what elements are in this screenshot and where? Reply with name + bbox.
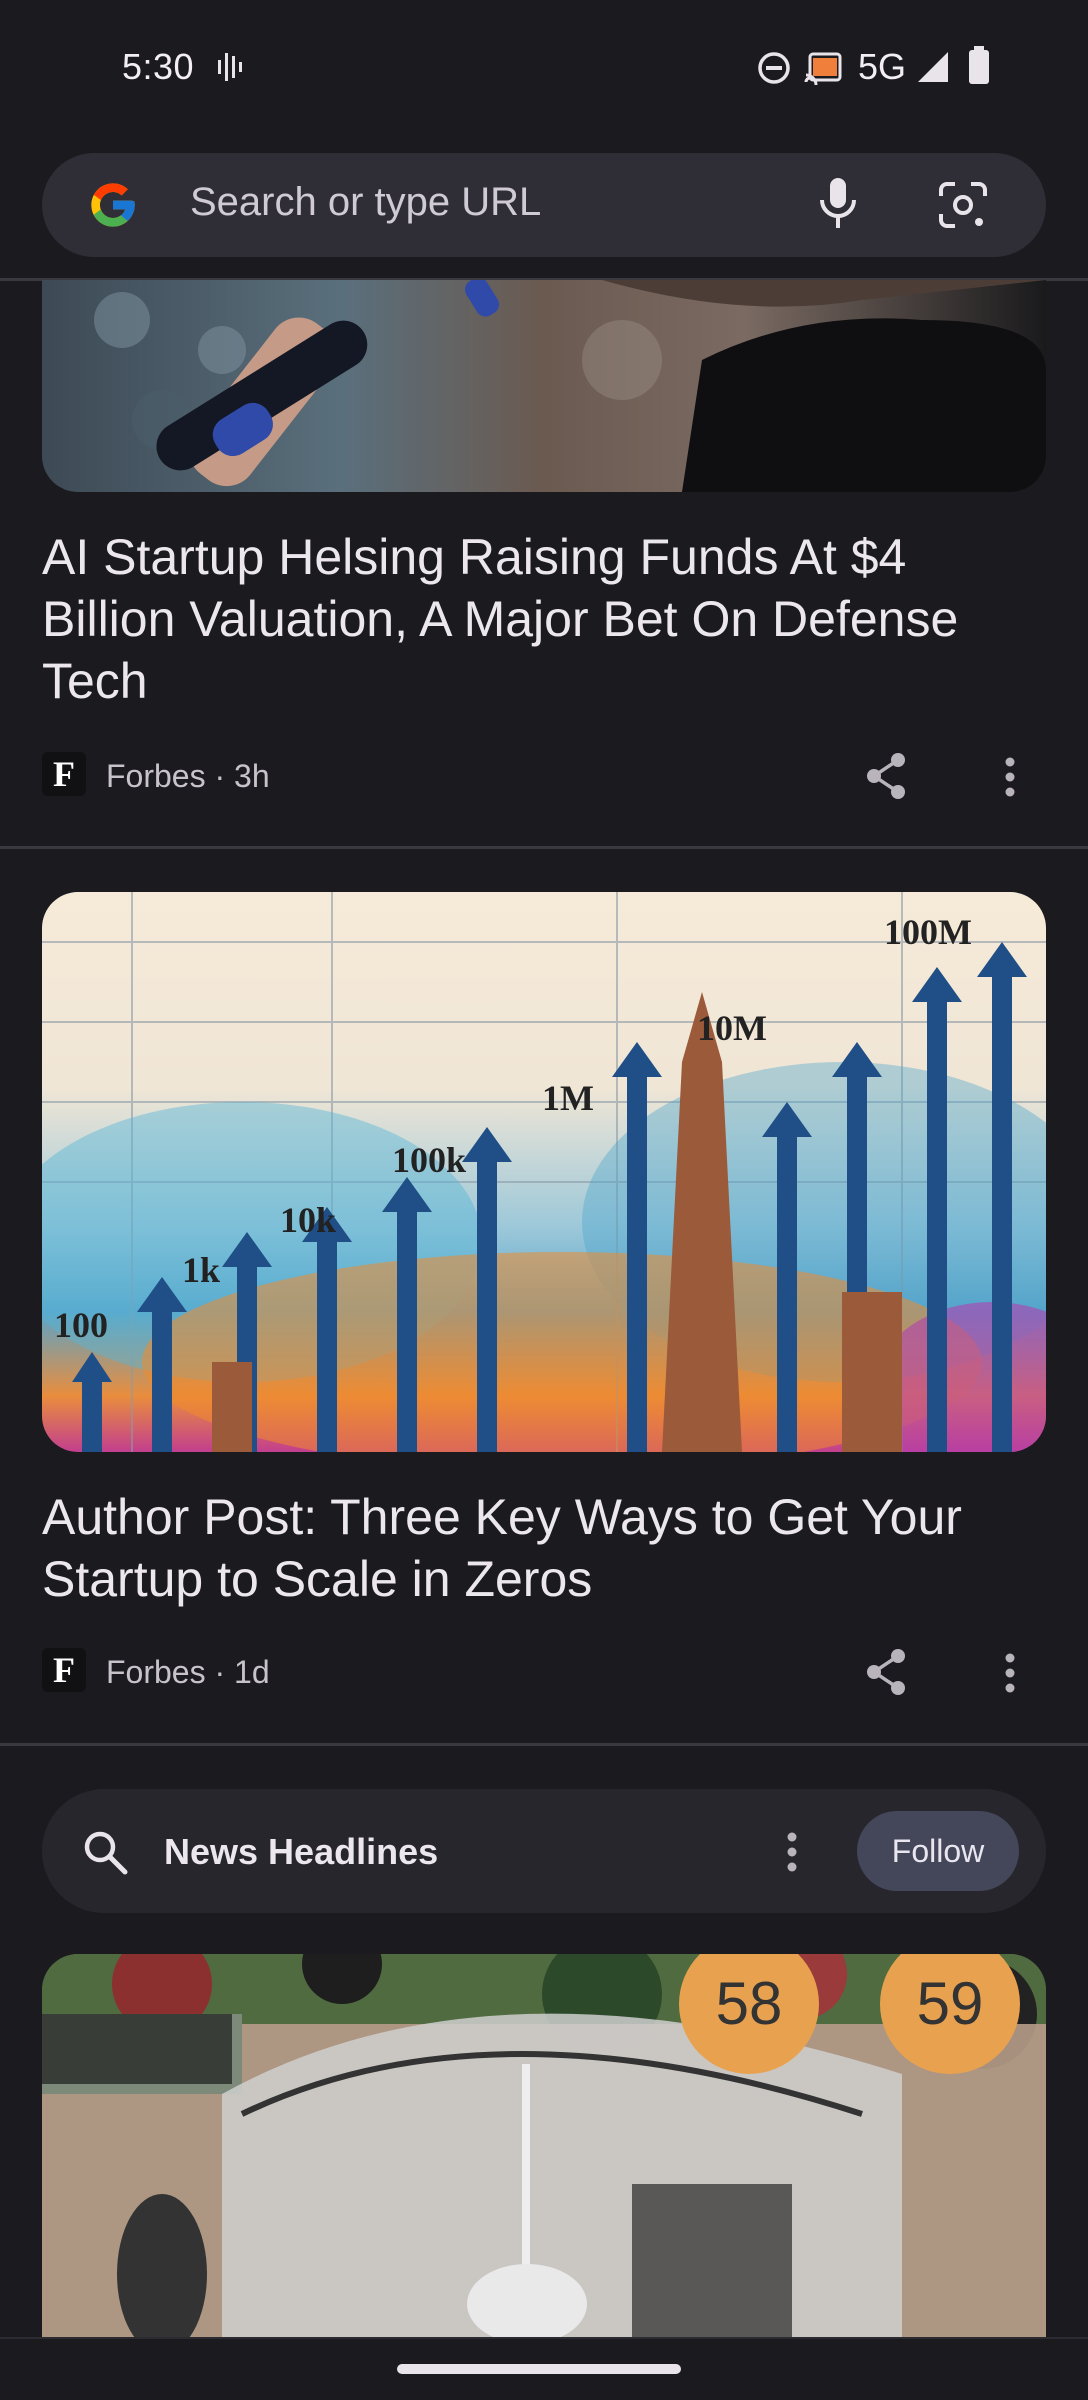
google-logo-icon <box>91 183 135 227</box>
do-not-disturb-icon <box>758 52 790 84</box>
more-options-icon[interactable] <box>1004 1652 1016 1694</box>
article-2-source: Forbes · 1d <box>106 1654 270 1690</box>
scale-label-1k: 1k <box>182 1250 220 1290</box>
lens-camera-icon[interactable] <box>937 180 989 230</box>
forbes-logo-icon: F <box>42 752 86 796</box>
article-3-photo: 58 59 <box>42 1954 1046 2340</box>
status-bar: 5:30 5G <box>0 0 1088 135</box>
scale-label-100k: 100k <box>392 1140 466 1180</box>
article-1-headline[interactable]: AI Startup Helsing Raising Funds At $4 B… <box>42 526 1046 712</box>
scale-label-100: 100 <box>54 1305 108 1345</box>
scale-label-100m: 100M <box>884 912 972 952</box>
article-2-headline[interactable]: Author Post: Three Key Ways to Get Your … <box>42 1486 1046 1610</box>
badge-59: 59 <box>917 1970 984 2037</box>
network-label: 5G <box>858 46 907 87</box>
topic-title: News Headlines <box>164 1831 439 1872</box>
article-3-image[interactable]: 58 59 <box>42 1954 1046 2340</box>
microphone-icon[interactable] <box>818 176 858 232</box>
forbes-logo-icon: F <box>42 1648 86 1692</box>
scale-label-1m: 1M <box>542 1078 594 1118</box>
status-time: 5:30 <box>122 46 195 87</box>
article-1-source-row: F Forbes · 3h <box>42 752 1046 802</box>
search-input[interactable]: Search or type URL <box>190 180 541 225</box>
scale-label-10k: 10k <box>280 1200 336 1240</box>
search-icon <box>84 1831 128 1875</box>
topic-header: News Headlines Follow <box>42 1789 1046 1913</box>
more-options-icon[interactable] <box>786 1831 798 1873</box>
follow-button[interactable]: Follow <box>857 1811 1019 1891</box>
cast-icon <box>804 52 842 86</box>
growth-illustration: 100 1k 10k 100k 1M 10M 100M <box>42 892 1046 1452</box>
home-gesture-handle[interactable] <box>397 2364 681 2374</box>
article-2-source-row: F Forbes · 1d <box>42 1648 1046 1698</box>
vibrate-icon <box>218 53 242 81</box>
article-divider <box>0 846 1088 849</box>
battery-icon <box>969 46 989 84</box>
badge-58: 58 <box>716 1970 783 2037</box>
share-icon[interactable] <box>864 1648 908 1696</box>
article-divider <box>0 1743 1088 1746</box>
article-2-image[interactable]: 100 1k 10k 100k 1M 10M 100M <box>42 892 1046 1452</box>
article-1-photo <box>94 280 1046 492</box>
article-1-image[interactable] <box>42 280 1046 492</box>
article-1-source: Forbes · 3h <box>106 758 270 794</box>
signal-icon <box>918 52 948 82</box>
more-options-icon[interactable] <box>1004 756 1016 798</box>
scale-label-10m: 10M <box>697 1008 767 1048</box>
share-icon[interactable] <box>864 752 908 800</box>
